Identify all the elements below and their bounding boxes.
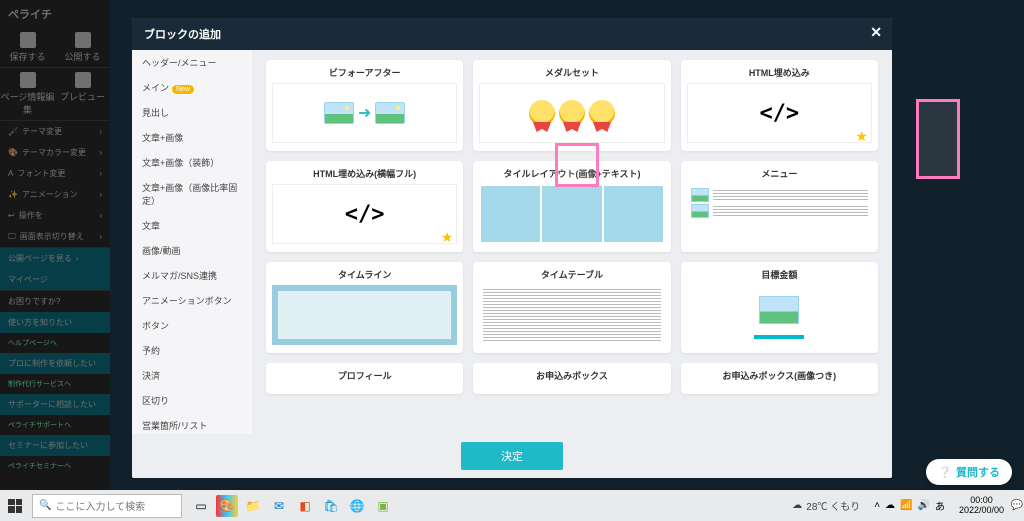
system-tray[interactable]: ˄ ☁ 📶 🔊 あ <box>866 498 953 513</box>
category-item[interactable]: 文章+画像（画像比率固定） <box>132 175 252 213</box>
star-icon: ★ <box>441 229 454 246</box>
modal-header: ブロックの追加 ✕ <box>132 18 892 50</box>
card-thumb <box>479 83 664 143</box>
wifi-icon[interactable]: 📶 <box>900 500 912 511</box>
mail-icon[interactable]: ✉ <box>268 495 290 517</box>
category-item[interactable]: メルマガ/SNS連携 <box>132 263 252 288</box>
category-item[interactable]: ヘッダー/メニュー <box>132 50 252 75</box>
block-card[interactable]: お申込みボックス(画像つき) <box>681 363 878 394</box>
cloud-icon[interactable]: ☁ <box>885 500 895 511</box>
card-title: お申込みボックス(画像つき) <box>722 369 836 382</box>
app-icon[interactable]: 🎨 <box>216 495 238 517</box>
category-item[interactable]: 文章+画像 <box>132 125 252 150</box>
block-card[interactable]: HTML埋め込み </>★ <box>681 60 878 151</box>
card-title: お申込みボックス <box>536 369 608 382</box>
store-icon[interactable]: 🛍 <box>320 495 342 517</box>
help-pill[interactable]: ❔ 質問する <box>926 459 1012 485</box>
card-thumb <box>479 184 664 244</box>
highlight-box-1 <box>555 143 599 187</box>
card-title: メニュー <box>761 167 797 180</box>
block-card[interactable]: プロフィール <box>266 363 463 394</box>
office-icon[interactable]: ◧ <box>294 495 316 517</box>
card-thumb <box>479 285 664 345</box>
category-item[interactable]: メインNew <box>132 75 252 100</box>
category-list: ヘッダー/メニューメインNew見出し文章+画像文章+画像（装飾）文章+画像（画像… <box>132 50 252 434</box>
volume-icon[interactable]: 🔊 <box>918 500 930 511</box>
block-card[interactable]: タイムテーブル <box>473 262 670 353</box>
card-thumb <box>272 285 457 345</box>
block-card[interactable]: メダルセット <box>473 60 670 151</box>
block-card[interactable]: タイムライン <box>266 262 463 353</box>
card-thumb: </> <box>272 184 457 244</box>
category-item[interactable]: ボタン <box>132 313 252 338</box>
category-item[interactable]: 文章 <box>132 213 252 238</box>
block-card[interactable]: ビフォーアフター ➜ <box>266 60 463 151</box>
block-grid: ビフォーアフター➜メダルセットHTML埋め込み</>★HTML埋め込み(横幅フル… <box>266 60 878 394</box>
card-thumb: ➜ <box>272 83 457 143</box>
add-block-modal: ブロックの追加 ✕ ヘッダー/メニューメインNew見出し文章+画像文章+画像（装… <box>132 18 892 478</box>
weather-widget[interactable]: ☁ 28℃ くもり <box>786 498 866 513</box>
card-title: ビフォーアフター <box>329 66 401 79</box>
taskview-icon[interactable]: ▭ <box>190 495 212 517</box>
category-item[interactable]: 見出し <box>132 100 252 125</box>
block-card[interactable]: メニュー <box>681 161 878 252</box>
block-card[interactable]: お申込みボックス <box>473 363 670 394</box>
category-item[interactable]: アニメーションボタン <box>132 288 252 313</box>
search-input[interactable]: 🔍 ここに入力して検索 <box>32 494 182 518</box>
card-title: プロフィール <box>338 369 392 382</box>
category-item[interactable]: 営業箇所/リスト <box>132 413 252 434</box>
chevron-up-icon[interactable]: ˄ <box>874 500 880 511</box>
taskbar-clock[interactable]: 00:002022/00/00 <box>953 496 1010 516</box>
card-title: 目標金額 <box>761 268 797 281</box>
card-title: メダルセット <box>545 66 599 79</box>
modal-close-icon[interactable]: ✕ <box>870 24 882 41</box>
modal-title: ブロックの追加 <box>144 29 221 41</box>
card-title: HTML埋め込み(横幅フル) <box>313 167 416 180</box>
chrome-icon[interactable]: 🌐 <box>346 495 368 517</box>
highlight-box-2 <box>916 99 960 179</box>
category-item[interactable]: 画像/動画 <box>132 238 252 263</box>
card-title: タイムライン <box>338 268 391 281</box>
notification-icon[interactable]: 💬 <box>1010 500 1024 511</box>
block-card[interactable]: HTML埋め込み(横幅フル) </>★ <box>266 161 463 252</box>
block-card[interactable]: 目標金額 <box>681 262 878 353</box>
card-thumb: </> <box>687 83 872 143</box>
explorer-icon[interactable]: 📁 <box>242 495 264 517</box>
category-item[interactable]: 区切り <box>132 388 252 413</box>
start-button[interactable] <box>0 490 30 521</box>
windows-taskbar: 🔍 ここに入力して検索 ▭ 🎨 📁 ✉ ◧ 🛍 🌐 ▣ ☁ 28℃ くもり ˄ … <box>0 490 1024 521</box>
app2-icon[interactable]: ▣ <box>372 495 394 517</box>
ime-icon[interactable]: あ <box>935 498 945 513</box>
card-title: タイムテーブル <box>541 268 603 281</box>
submit-button[interactable]: 決定 <box>461 442 563 470</box>
card-title: HTML埋め込み <box>749 66 810 79</box>
category-item[interactable]: 文章+画像（装飾） <box>132 150 252 175</box>
star-icon: ★ <box>855 128 868 145</box>
category-item[interactable]: 予約 <box>132 338 252 363</box>
category-item[interactable]: 決済 <box>132 363 252 388</box>
card-thumb <box>687 285 872 345</box>
card-thumb <box>687 184 872 244</box>
